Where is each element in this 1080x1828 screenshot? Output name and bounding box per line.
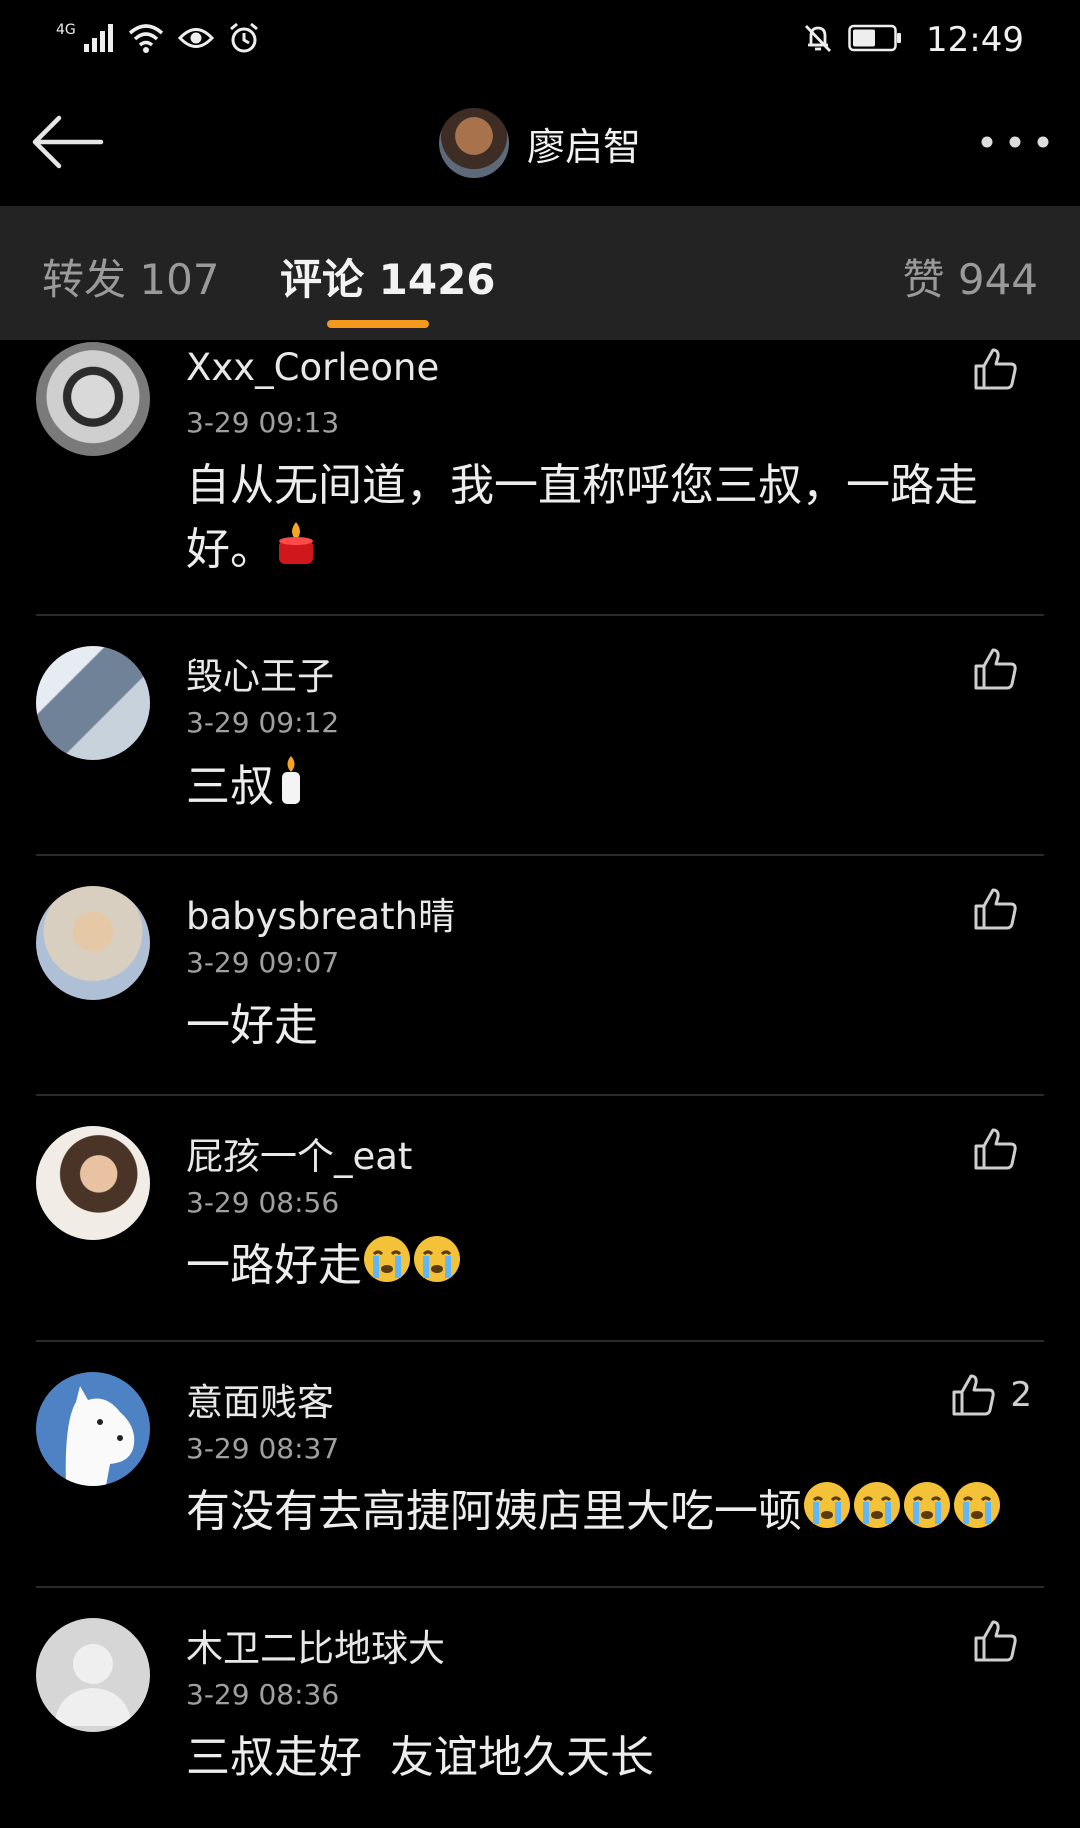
comment-text: 一好走: [186, 994, 1016, 1058]
comment-item: Xxx_Corleone 3-29 09:13 自从无间道，我一直称呼您三叔，一…: [0, 340, 1080, 616]
status-bar: 4G 12:49: [0, 0, 1080, 80]
status-right: 12:49: [802, 20, 1024, 60]
crying-face-emoji: [802, 1480, 852, 1548]
title-bar: 廖启智: [0, 80, 1080, 206]
comment-item: 屁孩一个_eat 3-29 08:56 一路好走: [0, 1096, 1080, 1342]
battery-icon: [848, 24, 902, 56]
username[interactable]: babysbreath晴: [186, 886, 455, 940]
comment-text: 三叔走好 友谊地久天长: [186, 1726, 1016, 1790]
more-dots-icon: [981, 136, 1049, 148]
thumbs-up-icon: [952, 1374, 996, 1416]
comment-time: 3-29 08:37: [186, 1432, 340, 1465]
like-button[interactable]: [972, 346, 1032, 392]
like-button[interactable]: [972, 646, 1032, 692]
crying-face-emoji: [852, 1480, 902, 1548]
comment-item: 意面贱客 3-29 08:37 有没有去高捷阿姨店里大吃一顿 2: [0, 1342, 1080, 1588]
candle-red-emoji: [274, 520, 318, 584]
author-avatar[interactable]: [438, 108, 509, 178]
eye-icon: [177, 25, 214, 55]
like-button[interactable]: [972, 1126, 1032, 1172]
comment-text: 自从无间道，我一直称呼您三叔，一路走好。: [186, 454, 1016, 584]
back-button[interactable]: [22, 102, 112, 182]
user-avatar[interactable]: [36, 886, 150, 1000]
comment-time: 3-29 09:12: [186, 706, 340, 739]
thumbs-up-icon: [974, 888, 1017, 930]
back-arrow-icon: [32, 115, 104, 169]
comment-time: 3-29 09:13: [186, 406, 340, 439]
tab-reposts[interactable]: 转发 107: [42, 246, 220, 307]
signal-icon: [83, 24, 114, 56]
comment-text-content: 三叔: [186, 761, 274, 812]
comment-text-content: 一好走: [186, 1000, 318, 1051]
comment-text: 三叔: [186, 754, 1016, 824]
crying-face-emoji: [362, 1234, 412, 1302]
comment-text-content: 三叔走好 友谊地久天长: [186, 1732, 654, 1783]
default-avatar-icon: [54, 1644, 132, 1726]
comment-text: 一路好走: [186, 1234, 1016, 1302]
more-button[interactable]: [970, 102, 1060, 182]
comment-item: babysbreath晴 3-29 09:07 一好走: [0, 856, 1080, 1096]
like-button[interactable]: 2: [950, 1372, 1032, 1418]
user-avatar[interactable]: [36, 1372, 150, 1486]
comment-text-content: 一路好走: [186, 1240, 362, 1291]
tab-likes[interactable]: 赞 944: [902, 246, 1038, 307]
crying-face-emoji: [952, 1480, 1002, 1548]
user-avatar[interactable]: [36, 1618, 150, 1732]
thumbs-up-icon: [974, 648, 1017, 690]
comment-text-content: 有没有去高捷阿姨店里大吃一顿: [186, 1486, 802, 1537]
username[interactable]: Xxx_Corleone: [186, 346, 439, 389]
crying-face-emoji: [412, 1234, 462, 1302]
username[interactable]: 木卫二比地球大: [186, 1618, 445, 1672]
clock: 12:49: [926, 20, 1024, 60]
comment-item: 木卫二比地球大 3-29 08:36 三叔走好 友谊地久天长: [0, 1588, 1080, 1828]
alarm-icon: [228, 22, 260, 58]
page-title: 廖启智: [526, 124, 641, 169]
crying-face-emoji: [902, 1480, 952, 1548]
thumbs-up-icon: [974, 1128, 1017, 1170]
username[interactable]: 毁心王子: [186, 646, 334, 700]
comment-text: 有没有去高捷阿姨店里大吃一顿: [186, 1480, 1066, 1548]
username[interactable]: 屁孩一个_eat: [186, 1126, 412, 1180]
thumbs-up-icon: [974, 348, 1017, 390]
tab-comments[interactable]: 评论 1426: [280, 246, 496, 307]
user-avatar[interactable]: [36, 646, 150, 760]
network-type: 4G: [56, 22, 76, 38]
thumbs-up-icon: [974, 1620, 1017, 1662]
comment-item: 毁心王子 3-29 09:12 三叔: [0, 616, 1080, 856]
like-button[interactable]: [972, 1618, 1032, 1664]
post-author[interactable]: 廖启智: [438, 108, 641, 178]
candle-white-emoji: [274, 754, 308, 824]
like-button[interactable]: [972, 886, 1032, 932]
user-avatar[interactable]: [36, 1126, 150, 1240]
comment-time: 3-29 08:36: [186, 1678, 340, 1711]
active-tab-indicator: [327, 320, 429, 328]
comment-time: 3-29 08:56: [186, 1186, 340, 1219]
moomin-avatar-icon: [65, 1386, 135, 1486]
username[interactable]: 意面贱客: [186, 1372, 334, 1426]
wifi-icon: [128, 23, 164, 57]
user-avatar[interactable]: [36, 342, 150, 456]
comment-list[interactable]: Xxx_Corleone 3-29 09:13 自从无间道，我一直称呼您三叔，一…: [0, 340, 1080, 1828]
like-count: 2: [1010, 1375, 1032, 1415]
comment-time: 3-29 09:07: [186, 946, 340, 979]
mute-bell-icon: [802, 22, 834, 58]
status-left: 4G: [56, 22, 260, 58]
tab-bar: 转发 107 评论 1426 赞 944: [0, 206, 1080, 340]
